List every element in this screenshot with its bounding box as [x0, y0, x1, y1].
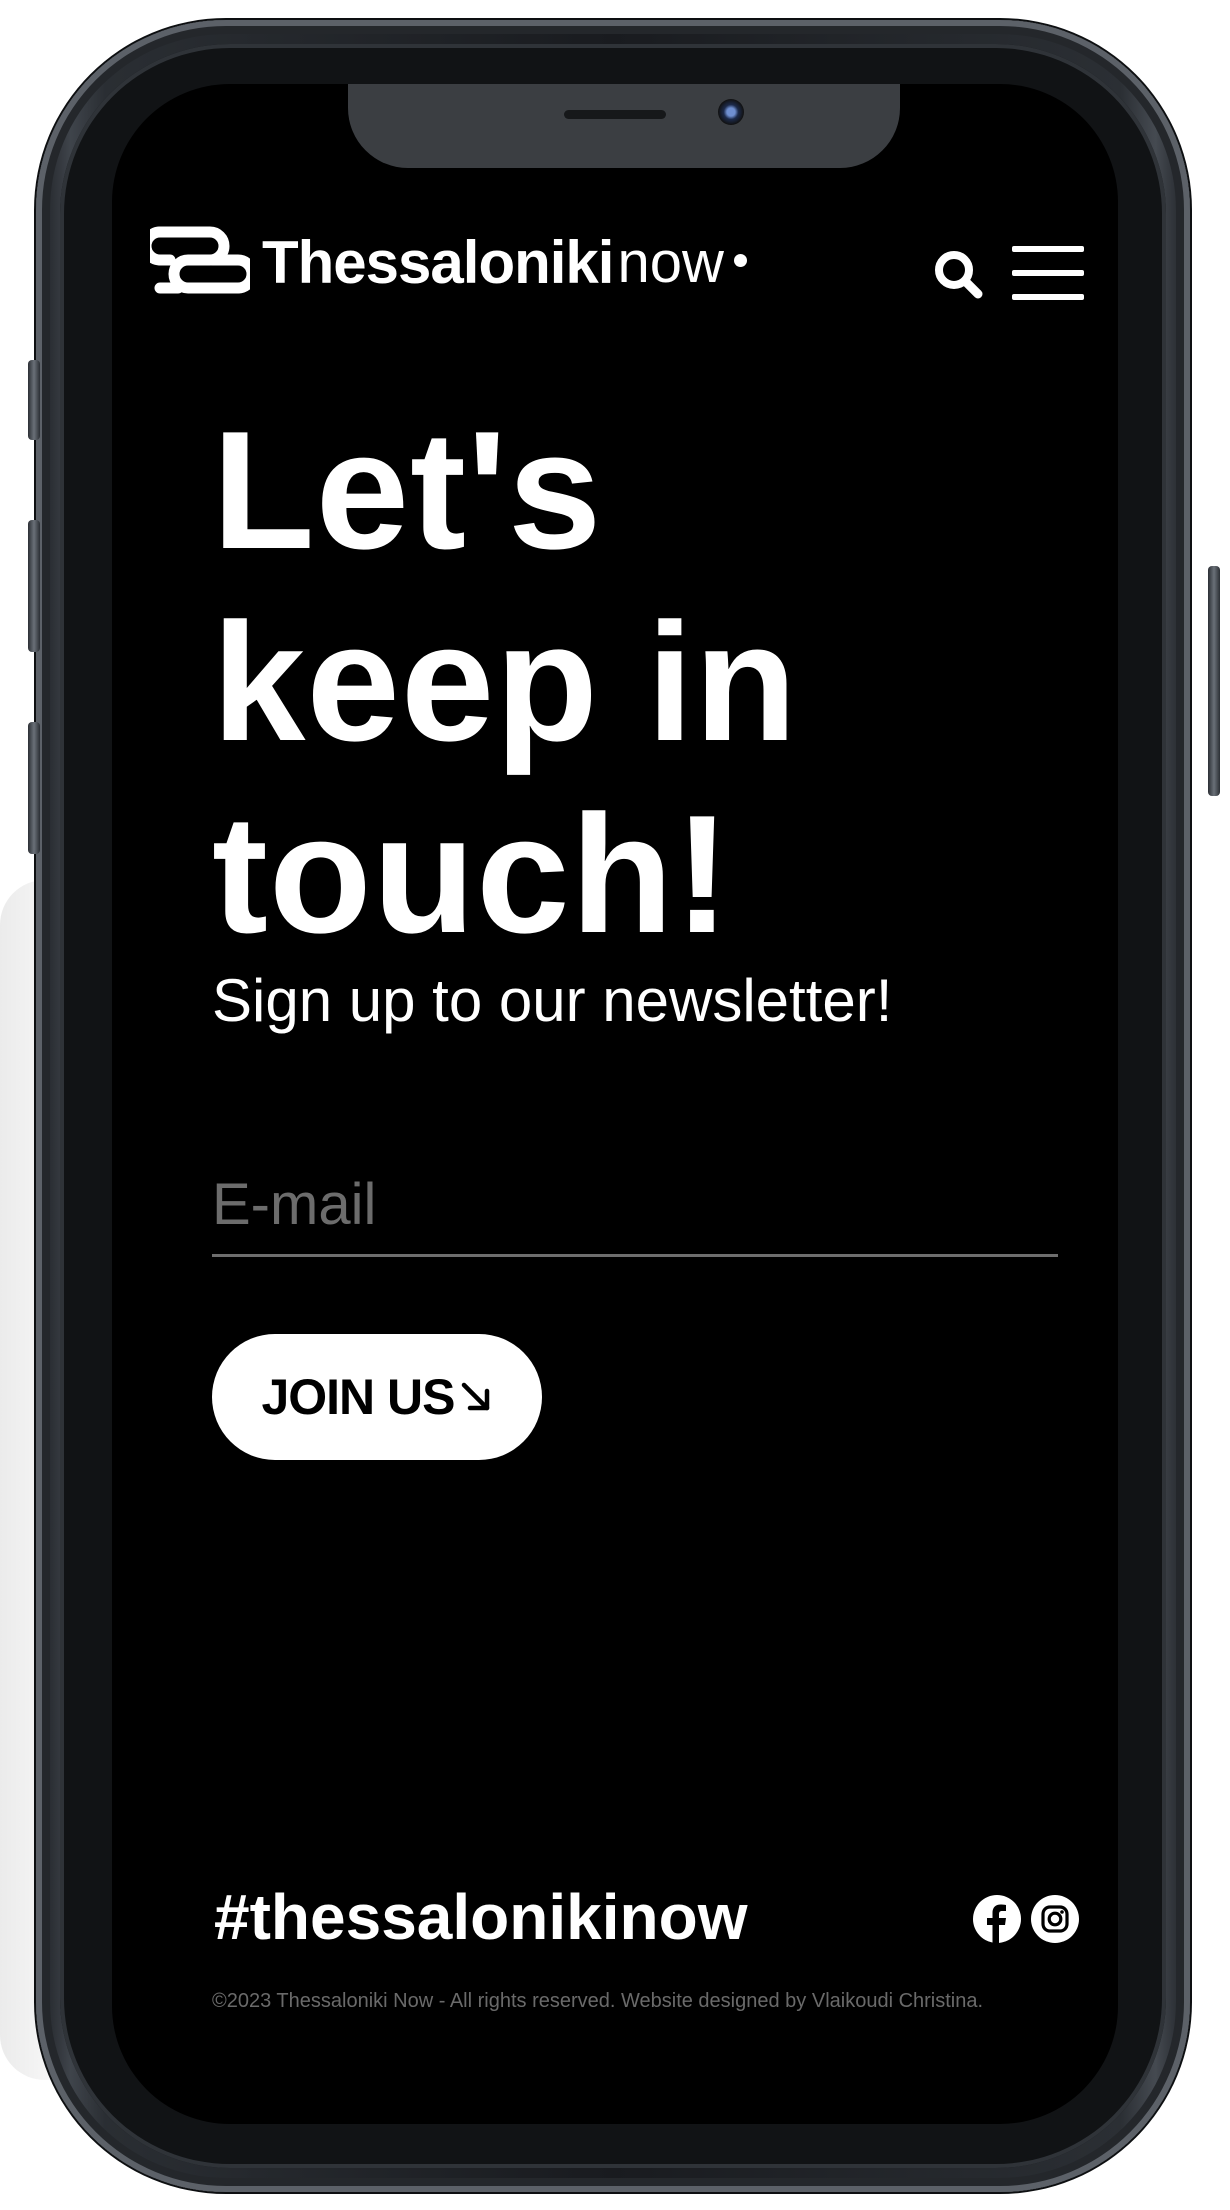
arrow-down-right-icon	[461, 1382, 489, 1411]
hamburger-menu-icon	[1012, 246, 1084, 300]
notch	[348, 84, 900, 168]
hero-title-line: Let's	[212, 396, 603, 584]
instagram-icon	[1031, 1895, 1079, 1943]
front-camera	[718, 99, 744, 125]
hero-title-line: keep in	[212, 588, 798, 776]
volume-up-button	[28, 520, 40, 652]
search-icon	[935, 251, 983, 299]
logo-text-bold: Thessaloniki	[262, 228, 614, 296]
join-us-button[interactable]: JOIN US	[212, 1334, 542, 1460]
logo-text-light: now	[617, 229, 724, 295]
mute-switch	[28, 360, 40, 440]
site-logo[interactable]: Thessaloniki now	[150, 226, 747, 298]
instagram-link[interactable]	[1030, 1894, 1080, 1944]
logo-dot	[733, 253, 747, 267]
newsletter-subtitle: Sign up to our newsletter!	[212, 967, 893, 1034]
hero-title: Let's keep in touch!	[212, 394, 1062, 970]
hashtag: #thessalonikinow	[214, 1881, 748, 1953]
hero-title-line: touch!	[212, 780, 732, 968]
volume-down-button	[28, 722, 40, 854]
facebook-link[interactable]	[972, 1894, 1022, 1944]
copyright-text: ©2023 Thessaloniki Now - All rights rese…	[212, 1990, 984, 2012]
facebook-icon	[973, 1895, 1021, 1944]
search-button[interactable]	[932, 248, 986, 302]
earpiece-speaker	[564, 110, 666, 119]
logo-mark-icon	[150, 226, 250, 294]
email-field[interactable]	[212, 1164, 1058, 1257]
join-us-label: JOIN US	[261, 1369, 455, 1425]
phone-screen: Thessaloniki now Let's keep in touch! Si…	[112, 84, 1118, 2124]
power-button	[1208, 566, 1220, 796]
menu-button[interactable]	[1012, 246, 1084, 302]
